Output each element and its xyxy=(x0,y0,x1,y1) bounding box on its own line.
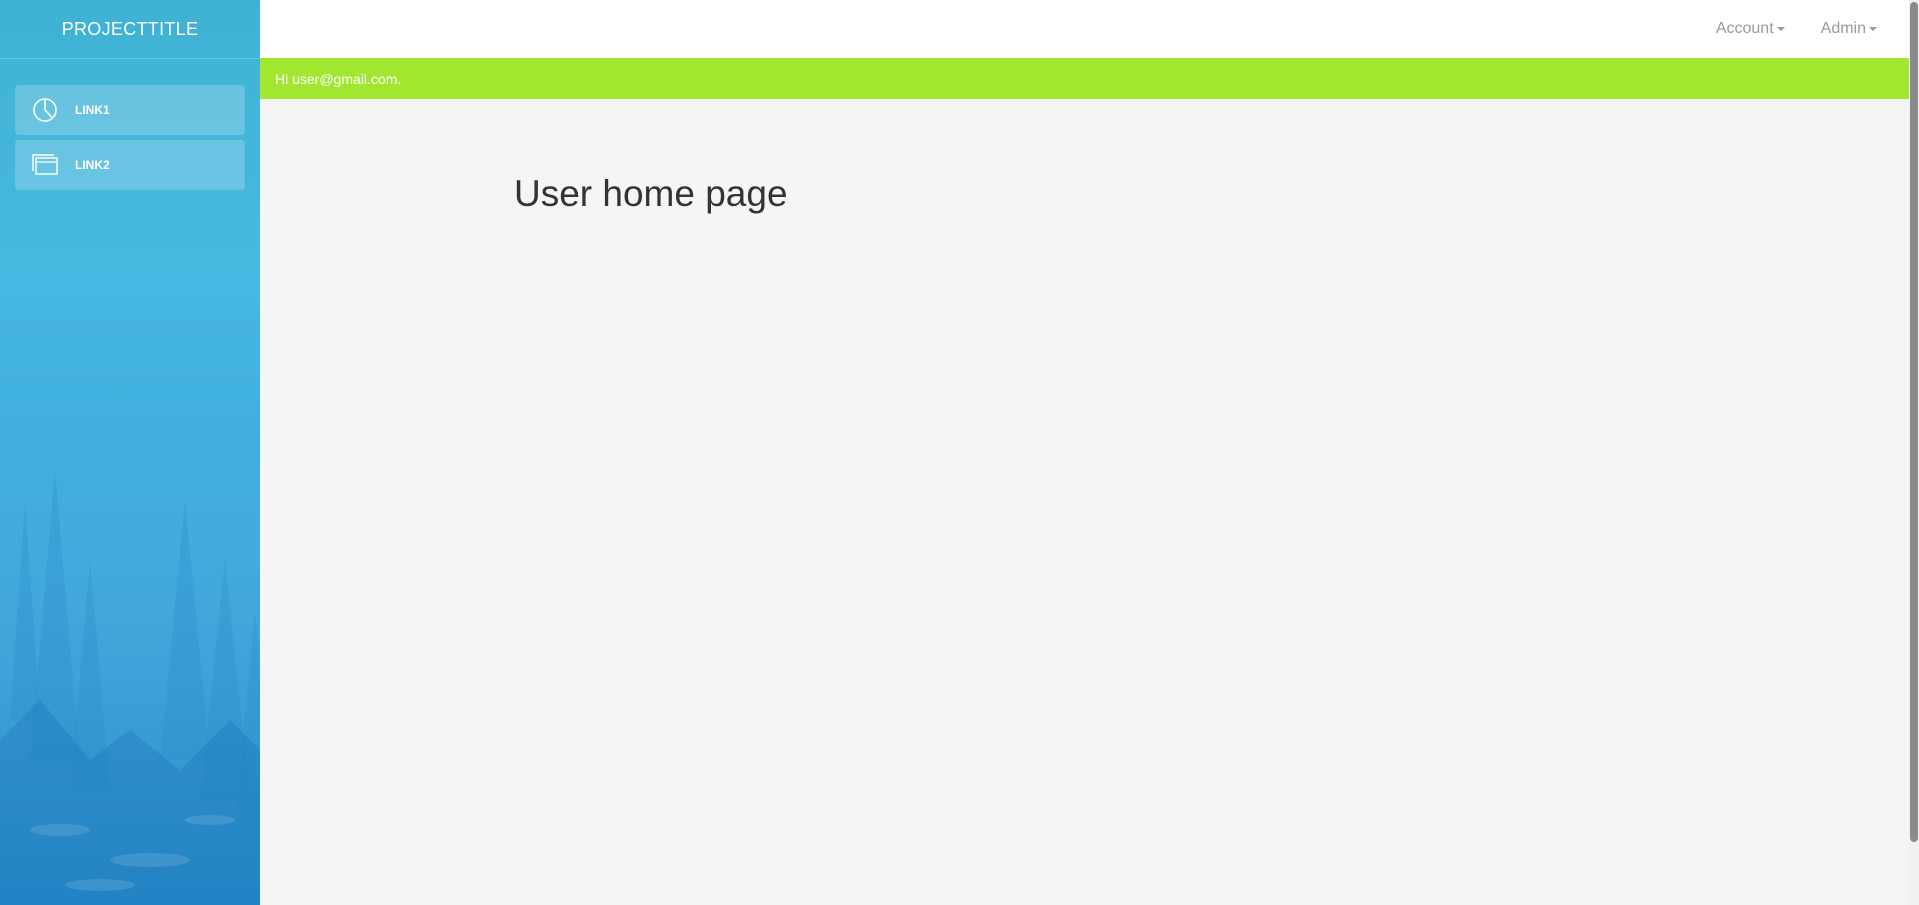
sidebar-item-link1[interactable]: LINK1 xyxy=(15,85,245,135)
caret-down-icon xyxy=(1869,27,1877,31)
scrollbar-thumb[interactable] xyxy=(1910,2,1918,842)
greeting-banner: Hi user@gmail.com. xyxy=(260,58,1909,99)
page-title: User home page xyxy=(514,173,788,214)
navbar-menus: Account Admin xyxy=(1680,0,1877,58)
windows-icon xyxy=(29,149,61,181)
sidebar-item-label: LINK1 xyxy=(75,103,110,117)
brand-title[interactable]: PROJECTTITLE xyxy=(0,0,260,59)
admin-dropdown-label: Admin xyxy=(1820,20,1866,37)
app-window: PROJECTTITLE LINK1 LINK2 Account Admin H… xyxy=(0,0,1919,905)
sidebar-item-link2[interactable]: LINK2 xyxy=(15,140,245,190)
account-dropdown[interactable]: Account xyxy=(1716,20,1785,38)
main-content: User home page xyxy=(260,99,1909,905)
admin-dropdown[interactable]: Admin xyxy=(1821,20,1877,38)
sidebar-item-label: LINK2 xyxy=(75,158,110,172)
top-navbar: Account Admin xyxy=(260,0,1909,58)
sidebar-nav: LINK1 LINK2 xyxy=(15,85,245,195)
sidebar: PROJECTTITLE LINK1 LINK2 xyxy=(0,0,260,905)
vertical-scrollbar[interactable] xyxy=(1909,0,1919,905)
greeting-text: Hi user@gmail.com. xyxy=(275,70,402,87)
account-dropdown-label: Account xyxy=(1715,20,1774,37)
pie-chart-icon xyxy=(29,94,61,126)
caret-down-icon xyxy=(1776,27,1785,31)
